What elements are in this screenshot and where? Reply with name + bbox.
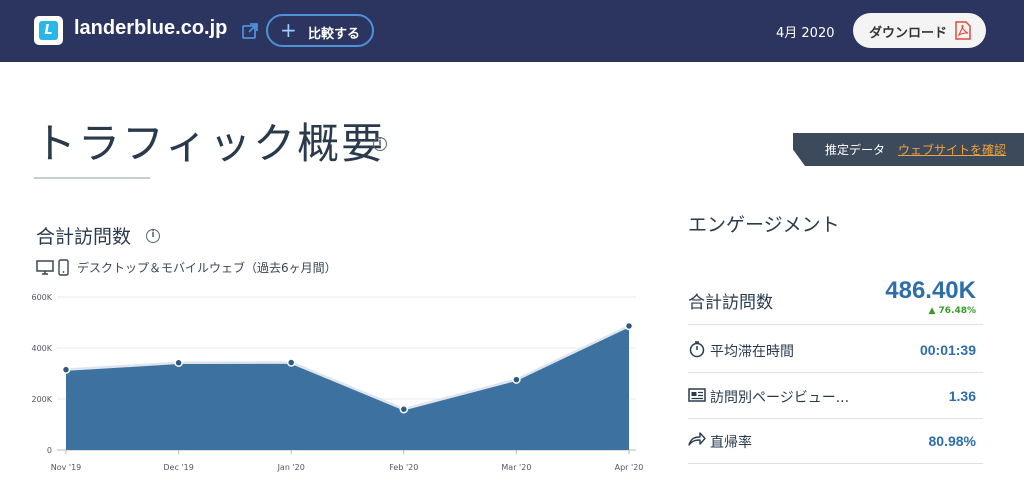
y-tick-label: 600K — [31, 293, 52, 302]
data-point — [286, 358, 296, 367]
y-tick-label: 200K — [31, 395, 52, 404]
x-tick-label: Jan '20 — [277, 463, 305, 472]
verify-website-link[interactable]: ウェブサイトを確認 — [898, 141, 1006, 158]
total-visits-title: 合計訪問数 — [36, 226, 132, 248]
x-tick-label: Nov '19 — [51, 463, 82, 472]
data-point — [399, 404, 409, 414]
page-title: トラフィック概要 — [34, 119, 386, 168]
avg-duration-label: 平均滞在時間 — [710, 344, 794, 360]
engagement-total-label: 合計訪問数 — [688, 293, 773, 313]
pdf-icon — [955, 21, 971, 40]
favicon-letter-icon: L — [39, 21, 58, 40]
visits-info-icon[interactable]: i — [146, 229, 160, 243]
estimated-data-banner: 推定データ ウェブサイトを確認 — [793, 133, 1024, 166]
x-tick-label: Mar '20 — [501, 463, 531, 472]
pages-icon — [688, 388, 706, 402]
engagement-change-value: 76.48% — [938, 306, 977, 316]
y-tick-label: 400K — [31, 344, 52, 353]
engagement-divider — [688, 324, 983, 325]
compare-button[interactable]: + 比較する — [266, 14, 374, 47]
bounce-rate-value: 80.98% — [928, 433, 976, 449]
estimated-data-label: 推定データ — [825, 143, 886, 157]
download-button[interactable]: ダウンロード — [853, 13, 986, 48]
avg-duration-value: 00:01:39 — [919, 342, 976, 358]
desktop-icon — [36, 260, 54, 275]
bounce-arrow-icon — [688, 432, 706, 446]
engagement-divider — [688, 418, 983, 419]
y-tick-label: 0 — [47, 446, 52, 455]
x-tick-label: Feb '20 — [389, 463, 418, 472]
data-point — [624, 321, 634, 331]
site-favicon: L — [34, 16, 63, 45]
data-point — [174, 358, 183, 368]
engagement-divider — [688, 463, 983, 464]
site-domain[interactable]: landerblue.co.jp — [74, 17, 227, 40]
x-tick-label: Apr '20 — [615, 463, 644, 472]
device-filter-label: デスクトップ＆モバイルウェブ（過去6ヶ月間） — [77, 261, 337, 275]
data-point — [512, 375, 521, 384]
compare-label: 比較する — [308, 27, 361, 42]
title-info-icon[interactable]: i — [373, 137, 387, 151]
x-tick-label: Dec '19 — [163, 463, 193, 472]
data-point — [61, 365, 71, 374]
pages-per-visit-label: 訪問別ページビュー... — [710, 390, 850, 406]
period-date[interactable]: 4月 2020 — [776, 22, 835, 41]
plus-icon: + — [280, 18, 297, 42]
mobile-icon — [58, 259, 69, 276]
title-divider — [34, 177, 150, 179]
engagement-change: ▲ 76.48% — [900, 306, 976, 316]
visits-area — [66, 325, 629, 450]
download-label: ダウンロード — [869, 26, 948, 41]
total-visits-chart: 0 200K 400K 600K Nov '19 Dec '19 Jan '20 Feb '2… — [31, 293, 644, 472]
top-header-bar: L landerblue.co.jp + 比較する 4月 2020 ダウンロード — [0, 0, 1024, 62]
up-arrow-icon: ▲ — [928, 306, 936, 316]
pages-per-visit-value: 1.36 — [948, 388, 976, 404]
stopwatch-icon — [689, 341, 705, 358]
engagement-title: エンゲージメント — [688, 214, 840, 236]
bounce-rate-label: 直帰率 — [710, 435, 752, 451]
engagement-total-value: 486.40K — [885, 277, 976, 304]
external-link-icon[interactable] — [241, 22, 259, 40]
engagement-divider — [688, 372, 983, 373]
